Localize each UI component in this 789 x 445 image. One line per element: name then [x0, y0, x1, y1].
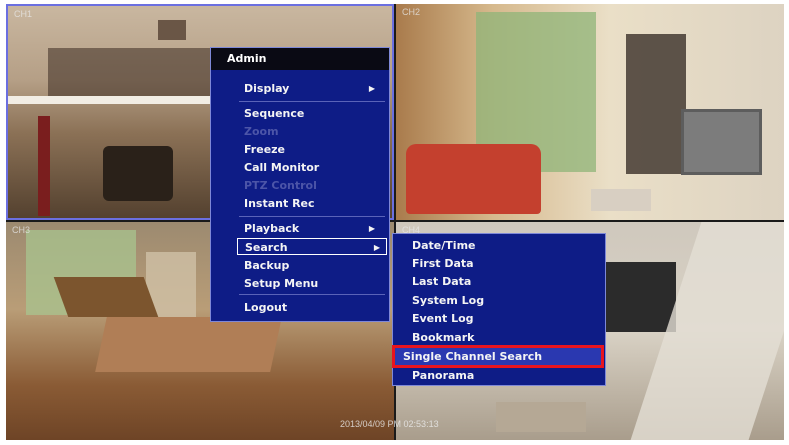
chevron-right-icon: ▶	[368, 84, 375, 93]
camera-label: CH2	[402, 7, 421, 17]
menu-item-call-monitor[interactable]: Call Monitor	[241, 159, 381, 176]
menu-item-label: PTZ Control	[244, 179, 317, 192]
menu-item-label: Playback	[244, 222, 300, 235]
submenu-item-label: First Data	[412, 257, 474, 270]
submenu-item-event-log[interactable]: Event Log	[405, 310, 600, 327]
submenu-item-label: Single Channel Search	[403, 350, 543, 363]
menu-item-backup[interactable]: Backup	[241, 257, 381, 274]
submenu-item-label: Panorama	[412, 369, 475, 382]
date-time-stamp: 2013/04/09 PM 02:53:13	[340, 419, 439, 429]
menu-item-label: Backup	[244, 259, 290, 272]
submenu-item-first-data[interactable]: First Data	[405, 255, 600, 272]
menu-item-label: Instant Rec	[244, 197, 315, 210]
submenu-item-single-channel-search[interactable]: Single Channel Search	[392, 345, 604, 368]
menu-item-display[interactable]: Display ▶	[241, 80, 381, 97]
submenu-item-label: Last Data	[412, 275, 472, 288]
submenu-item-system-log[interactable]: System Log	[405, 292, 600, 309]
menu-item-label: Zoom	[244, 125, 279, 138]
menu-item-logout[interactable]: Logout	[241, 299, 381, 316]
menu-item-zoom: Zoom	[241, 123, 381, 140]
submenu-item-label: Bookmark	[412, 331, 475, 344]
context-menu: Admin Display ▶ Sequence Zoom Freeze Cal…	[210, 47, 390, 322]
menu-item-label: Call Monitor	[244, 161, 320, 174]
menu-item-label: Setup Menu	[244, 277, 319, 290]
menu-item-instant-rec[interactable]: Instant Rec	[241, 195, 381, 212]
camera-label: CH1	[14, 9, 33, 19]
camera-view-2[interactable]: CH2	[396, 4, 784, 220]
submenu-item-bookmark[interactable]: Bookmark	[405, 329, 600, 346]
menu-divider	[239, 216, 385, 217]
menu-divider	[239, 101, 385, 102]
menu-header-user: Admin	[211, 48, 389, 70]
menu-item-label: Search	[245, 241, 288, 254]
submenu-item-label: System Log	[412, 294, 485, 307]
menu-item-setup-menu[interactable]: Setup Menu	[241, 275, 381, 292]
menu-divider	[239, 294, 385, 295]
chevron-right-icon: ▶	[373, 243, 380, 252]
camera-label: CH3	[12, 225, 31, 235]
submenu-item-label: Event Log	[412, 312, 474, 325]
menu-item-sequence[interactable]: Sequence	[241, 105, 381, 122]
menu-item-ptz-control: PTZ Control	[241, 177, 381, 194]
menu-item-label: Logout	[244, 301, 288, 314]
menu-item-playback[interactable]: Playback ▶	[241, 220, 381, 237]
menu-item-freeze[interactable]: Freeze	[241, 141, 381, 158]
menu-item-label: Freeze	[244, 143, 286, 156]
submenu-item-date-time[interactable]: Date/Time	[405, 237, 600, 254]
submenu-item-panorama[interactable]: Panorama	[405, 367, 600, 384]
menu-item-search[interactable]: Search ▶	[237, 238, 387, 255]
submenu-item-label: Date/Time	[412, 239, 476, 252]
submenu-item-last-data[interactable]: Last Data	[405, 273, 600, 290]
menu-item-label: Sequence	[244, 107, 305, 120]
chevron-right-icon: ▶	[368, 224, 375, 233]
menu-item-label: Display	[244, 82, 290, 95]
search-submenu: Date/Time First Data Last Data System Lo…	[392, 233, 606, 386]
